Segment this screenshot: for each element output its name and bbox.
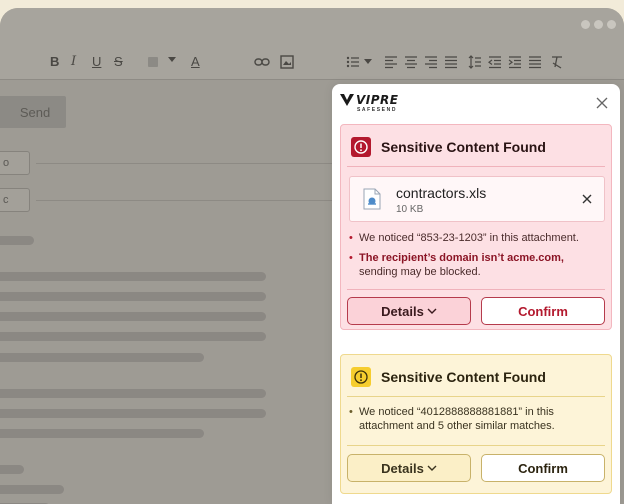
bullet-icon: • — [349, 232, 353, 244]
yellow-alert-card: Sensitive Content Found • We noticed “40… — [340, 354, 612, 494]
body-placeholder-bar — [0, 409, 266, 418]
body-placeholder-bar — [0, 389, 266, 398]
chevron-down-icon — [427, 308, 437, 314]
alert-header: Sensitive Content Found — [351, 137, 546, 157]
alert-title: Sensitive Content Found — [381, 369, 546, 385]
alert-note: • The recipient’s domain isn’t acme.com,… — [349, 251, 605, 279]
alert-note-text: The recipient’s domain isn’t acme.com, s… — [359, 251, 605, 279]
to-field-label[interactable]: o — [0, 151, 30, 175]
alert-note: • We noticed “4012888888881881” in this … — [349, 405, 605, 433]
close-panel-icon[interactable] — [594, 95, 610, 111]
formatting-toolbar: B I U S A — [0, 46, 624, 80]
alert-note: • We noticed “853-23-1203” in this attac… — [349, 231, 605, 245]
strikethrough-button[interactable]: S — [114, 53, 123, 71]
bullet-list-icon[interactable] — [346, 55, 360, 69]
divider — [347, 166, 605, 167]
clear-formatting-icon[interactable] — [550, 55, 564, 69]
file-icon — [363, 188, 381, 215]
outdent-icon[interactable] — [488, 55, 502, 69]
attachment-card[interactable]: contractors.xls 10 KB — [349, 176, 605, 222]
vipre-mark-icon — [340, 94, 354, 106]
window-control-dot[interactable] — [594, 20, 603, 29]
alert-note-text: We noticed “853-23-1203” in this attachm… — [359, 232, 579, 244]
align-right-icon[interactable] — [424, 55, 438, 69]
compose-area: Send o c — [0, 80, 332, 504]
bold-button[interactable]: B — [50, 53, 59, 71]
underline-button[interactable]: U — [92, 53, 101, 71]
line-spacing-icon[interactable] — [468, 55, 482, 69]
bullet-icon: • — [349, 252, 353, 264]
alert-title: Sensitive Content Found — [381, 139, 546, 155]
indent-icon[interactable] — [508, 55, 522, 69]
link-icon[interactable] — [254, 55, 270, 69]
alert-header: Sensitive Content Found — [351, 367, 546, 387]
remove-attachment-icon[interactable] — [580, 192, 594, 206]
red-alert-card: Sensitive Content Found contractors.xls … — [340, 124, 612, 330]
body-placeholder-bar — [0, 332, 266, 341]
window-controls — [581, 20, 616, 29]
font-color-button[interactable]: A — [191, 53, 200, 71]
vipre-safesend-logo: VIPRE SAFESEND — [340, 94, 398, 118]
details-label: Details — [381, 460, 424, 476]
attachment-name: contractors.xls — [396, 185, 487, 201]
details-button[interactable]: Details — [347, 297, 471, 325]
signature-placeholder-bar — [0, 465, 24, 474]
window-control-dot[interactable] — [581, 20, 590, 29]
align-justify-icon[interactable] — [444, 55, 458, 69]
body-placeholder-bar — [0, 272, 266, 281]
subject-placeholder-bar — [0, 236, 34, 245]
divider — [347, 445, 605, 446]
body-placeholder-bar — [0, 429, 204, 438]
chevron-down-icon — [427, 465, 437, 471]
chevron-down-icon[interactable] — [364, 57, 372, 65]
body-placeholder-bar — [0, 312, 266, 321]
bullet-icon: • — [349, 406, 353, 418]
align-center-icon[interactable] — [404, 55, 418, 69]
highlight-color-button[interactable] — [148, 57, 158, 67]
window-control-dot[interactable] — [607, 20, 616, 29]
body-placeholder-bar — [0, 353, 204, 362]
cc-field-label[interactable]: c — [0, 188, 30, 212]
safesend-panel: VIPRE SAFESEND Sensitive Content Found c… — [332, 84, 620, 504]
attachment-size: 10 KB — [396, 204, 424, 215]
chevron-down-icon[interactable] — [168, 55, 176, 63]
confirm-button[interactable]: Confirm — [481, 454, 605, 482]
decrease-indent-icon[interactable] — [528, 55, 542, 69]
details-button[interactable]: Details — [347, 454, 471, 482]
body-placeholder-bar — [0, 292, 266, 301]
divider — [347, 289, 605, 290]
brand-name: VIPRE — [356, 93, 399, 107]
send-button[interactable]: Send — [0, 96, 66, 128]
align-left-icon[interactable] — [384, 55, 398, 69]
divider — [347, 396, 605, 397]
details-label: Details — [381, 303, 424, 319]
confirm-button[interactable]: Confirm — [481, 297, 605, 325]
image-icon[interactable] — [280, 55, 294, 69]
title-bar — [0, 8, 624, 46]
cc-field-input[interactable] — [36, 200, 332, 201]
brand-subtitle: SAFESEND — [357, 107, 398, 113]
signature-placeholder-bar — [0, 485, 64, 494]
warning-icon — [351, 367, 371, 387]
alert-icon — [351, 137, 371, 157]
italic-button[interactable]: I — [71, 53, 76, 71]
alert-note-bold: The recipient’s domain isn’t acme.com, — [359, 252, 564, 264]
alert-note-rest: sending may be blocked. — [359, 266, 481, 278]
to-field-input[interactable] — [36, 163, 332, 164]
alert-note-text: We noticed “4012888888881881” in this at… — [359, 406, 555, 432]
